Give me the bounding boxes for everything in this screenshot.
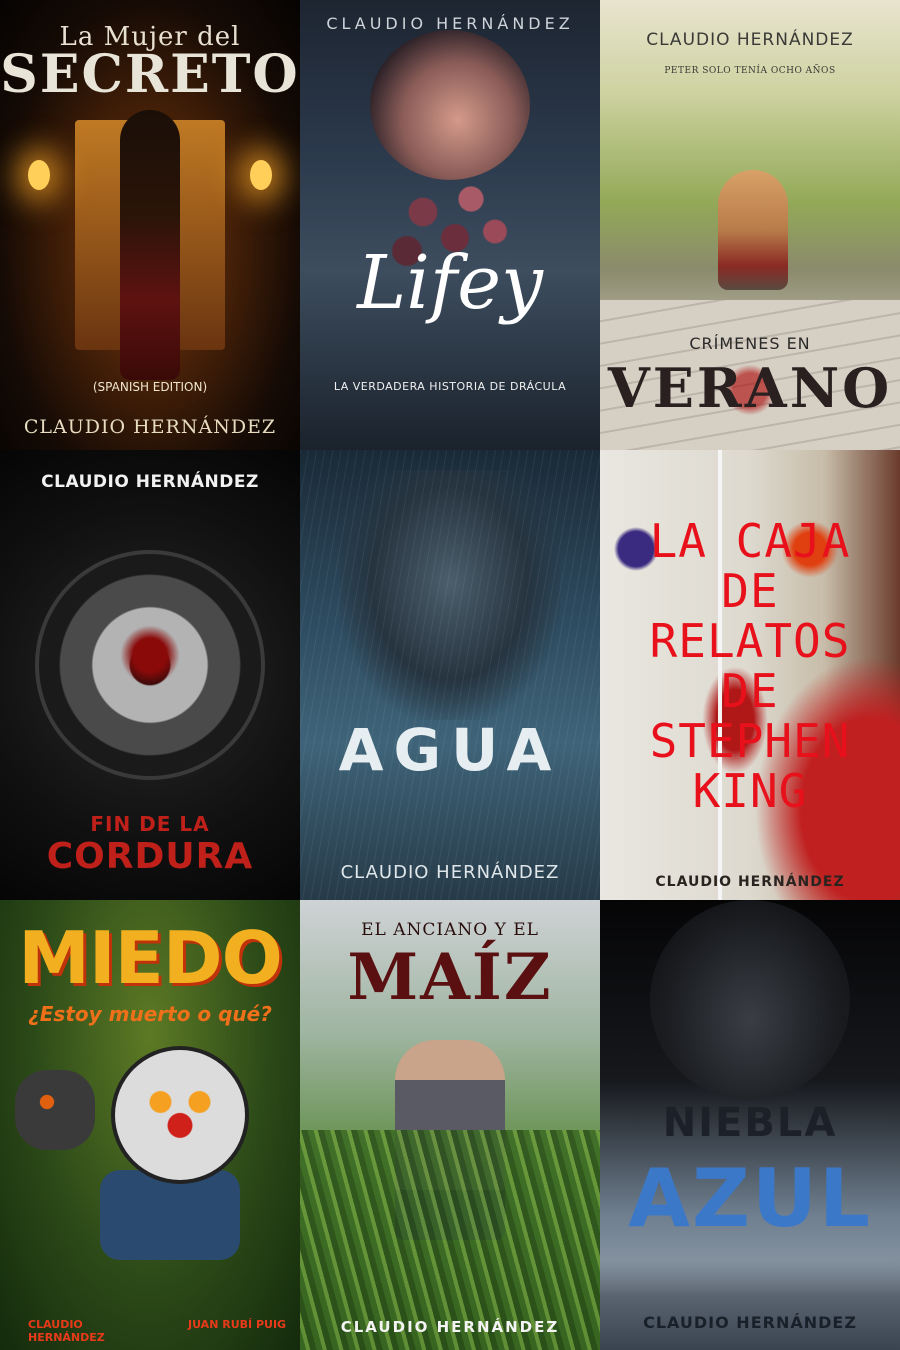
cover-coauthor: JUAN RUBÍ PUIG xyxy=(188,1318,287,1331)
cover-author: CLAUDIO HERNÁNDEZ xyxy=(643,1313,857,1332)
cover-author: CLAUDIO HERNÁNDEZ xyxy=(41,472,259,492)
cover-title-line1: EL ANCIANO Y EL xyxy=(361,920,539,940)
cover-title-line1: CRÍMENES EN xyxy=(689,334,811,353)
rain-overlay xyxy=(300,450,600,900)
cover-author: CLAUDIO HERNÁNDEZ xyxy=(28,1318,105,1344)
cover-fin-de-la-cordura[interactable]: CLAUDIO HERNÁNDEZ FIN DE LA CORDURA xyxy=(0,450,300,900)
woman-figure xyxy=(120,110,180,380)
girl-figure xyxy=(718,170,788,290)
cover-miedo[interactable]: MIEDO ¿Estoy muerto o qué? CLAUDIO HERNÁ… xyxy=(0,900,300,1350)
cover-lifey[interactable]: CLAUDIO HERNÁNDEZ Lifey LA VERDADERA HIS… xyxy=(300,0,600,450)
cover-la-mujer-del-secreto[interactable]: La Mujer del SECRETO (SPANISH EDITION) C… xyxy=(0,0,300,450)
cover-title-line1: NIEBLA xyxy=(662,1100,838,1146)
cover-author: CLAUDIO HERNÁNDEZ xyxy=(326,14,574,33)
cover-author: CLAUDIO HERNÁNDEZ xyxy=(646,30,854,50)
book-cover-grid: La Mujer del SECRETO (SPANISH EDITION) C… xyxy=(0,0,900,1350)
cover-title-line2: MAÍZ xyxy=(347,940,553,1015)
cover-el-anciano-y-el-maiz[interactable]: EL ANCIANO Y EL MAÍZ CLAUDIO HERNÁNDEZ xyxy=(300,900,600,1350)
cover-subtitle: ¿Estoy muerto o qué? xyxy=(28,1002,272,1026)
lamp-right xyxy=(250,160,272,190)
cover-crimenes-en-verano[interactable]: CLAUDIO HERNÁNDEZ PETER SOLO TENÍA OCHO … xyxy=(600,0,900,450)
cover-title: AGUA xyxy=(338,716,562,784)
cover-title-line2: VERANO xyxy=(607,356,893,420)
cover-agua[interactable]: AGUA CLAUDIO HERNÁNDEZ xyxy=(300,450,600,900)
cover-title: LA CAJA DE RELATOS DE STEPHEN KING xyxy=(649,514,851,818)
dark-face xyxy=(650,900,850,1100)
cover-la-caja-de-relatos[interactable]: LA CAJA DE RELATOS DE STEPHEN KING CLAUD… xyxy=(600,450,900,900)
cover-title-line2: CORDURA xyxy=(46,836,254,877)
cover-edition: (SPANISH EDITION) xyxy=(92,380,208,394)
cover-title: MIEDO xyxy=(18,916,283,1000)
cover-author: CLAUDIO HERNÁNDEZ xyxy=(655,874,845,890)
lamp-left xyxy=(28,160,50,190)
cover-author: CLAUDIO HERNÁNDEZ xyxy=(340,862,560,883)
cover-subtitle: LA VERDADERA HISTORIA DE DRÁCULA xyxy=(333,380,567,393)
cover-author: CLAUDIO HERNÁNDEZ xyxy=(340,1318,560,1336)
clown-body xyxy=(100,1170,240,1260)
cover-author: CLAUDIO HERNÁNDEZ xyxy=(23,416,277,438)
cover-title-line2: AZUL xyxy=(628,1152,872,1245)
woman-face xyxy=(370,30,530,180)
cover-title-line1: FIN DE LA xyxy=(90,812,210,836)
cover-title: Lifey xyxy=(357,240,543,326)
cover-niebla-azul[interactable]: NIEBLA AZUL CLAUDIO HERNÁNDEZ xyxy=(600,900,900,1350)
corn-field xyxy=(300,1130,600,1350)
city-silhouette xyxy=(600,1260,900,1350)
clown-character xyxy=(115,1050,245,1180)
cover-title-line2: SECRETO xyxy=(0,44,300,105)
cover-tagline: PETER SOLO TENÍA OCHO AÑOS xyxy=(664,66,836,76)
blood-splatter xyxy=(120,625,180,685)
zombie-character xyxy=(15,1070,95,1150)
